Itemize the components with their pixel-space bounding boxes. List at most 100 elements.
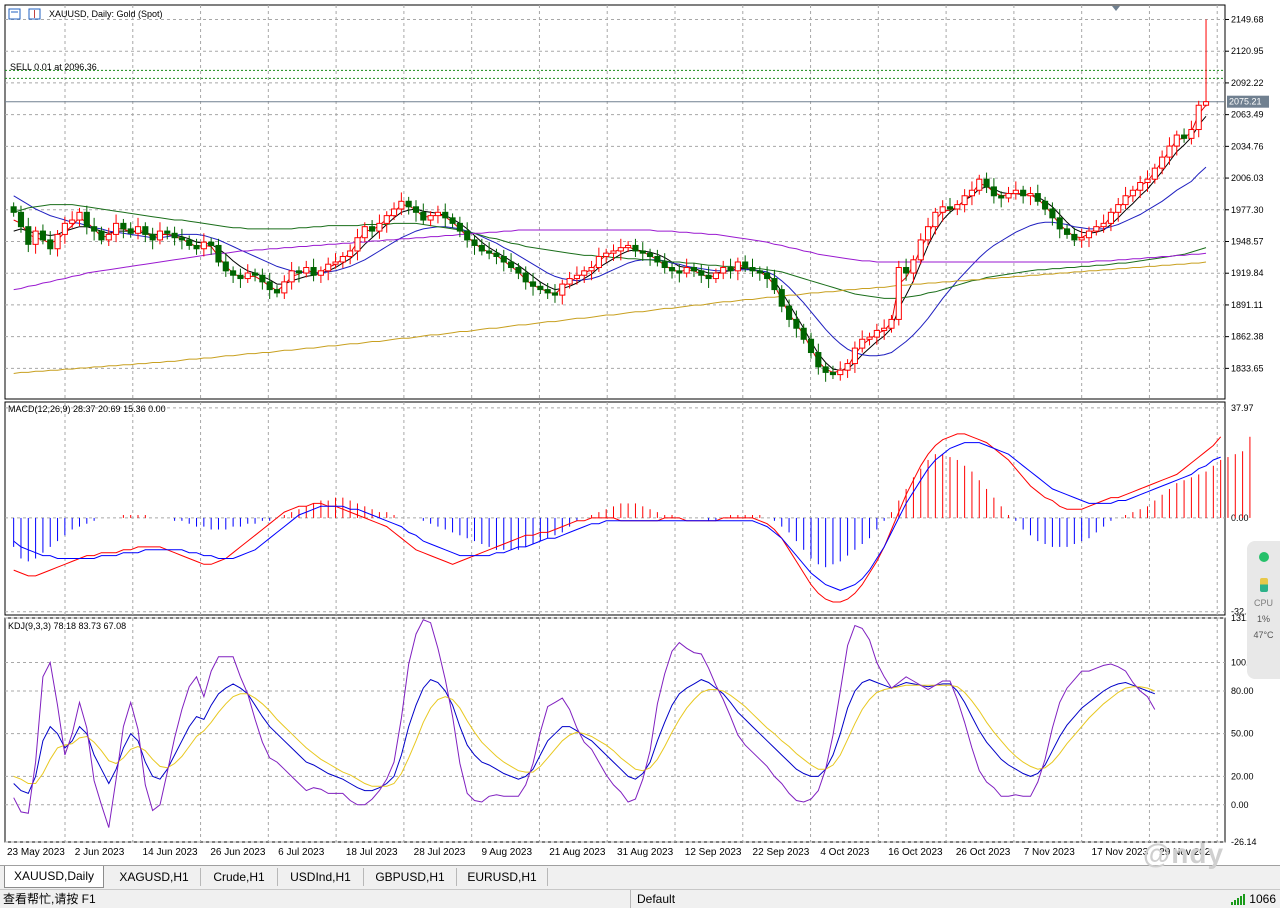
candle-body [1202,101,1210,106]
candle-body [61,222,68,235]
candle-body [727,267,734,272]
candle-body [537,285,544,291]
x-axis-date-label: 2 Jun 2023 [75,847,125,858]
candle-body [895,267,902,320]
candle-body [120,222,127,230]
candle-body [529,281,537,287]
candle-body [1056,217,1063,230]
candle-body [661,261,668,269]
candle-body [281,281,288,294]
chart-window[interactable]: 23 May 2023 2 Jun 2023 14 Jun 2023 26 Jun 2… [0,0,1280,865]
x-axis-date-label: 12 Sep 2023 [685,847,742,858]
chart-background [0,0,1280,865]
candle-body [851,347,858,365]
candle-body [705,274,712,280]
candle-body [742,261,749,269]
candle-body [317,270,324,276]
candle-body [866,336,873,340]
candle-body [376,222,383,232]
candle-body [910,259,917,274]
price-axis-label: 2006.03 [1231,173,1264,183]
price-axis-label: 1919.84 [1231,268,1264,278]
tab-xagusd-h1[interactable]: XAGUSD,H1 [108,868,201,886]
candle-body [478,244,485,252]
candle-body [1151,167,1158,180]
x-axis-date-label: 6 Jul 2023 [278,847,325,858]
candle-body [800,327,807,340]
candle-body [1173,134,1180,147]
candle-body [54,233,61,250]
candle-body [39,230,46,241]
candle-body [420,211,427,221]
candle-body [844,363,851,371]
x-axis-date-label: 18 Jul 2023 [346,847,398,858]
status-help-text: 查看帮忙,请按 F1 [3,892,96,906]
candle-body [976,178,983,191]
current-price-label: 2075.21 [1229,97,1262,107]
status-connection[interactable]: 1066 [1231,890,1276,908]
system-monitor-widget[interactable]: CPU 1% 47°C [1247,541,1280,679]
candle-body [1093,226,1100,232]
x-axis-date-label: 16 Oct 2023 [888,847,943,858]
candle-body [903,267,910,274]
kdj-axis-label: 0.00 [1231,800,1249,810]
candle-body [544,289,551,294]
kdj-axis-label: -26.14 [1231,837,1257,847]
x-axis-date-label: 23 May 2023 [7,847,65,858]
price-axis-label: 1862.38 [1231,332,1264,342]
price-axis-label: 2120.95 [1231,46,1264,56]
candle-body [134,226,142,234]
candle-body [369,226,376,232]
candle-body [390,208,398,217]
candle-body [398,200,405,210]
tab-gbpusd-h1[interactable]: GBPUSD,H1 [364,868,457,886]
candle-body [500,255,507,263]
candle-body [1071,233,1078,241]
macd-indicator-label: MACD(12,26,9) 28.37 20.69 15.36 0.00 [8,404,166,414]
candle-body [961,195,968,206]
connection-value: 1066 [1249,892,1276,906]
candle-body [610,250,617,254]
candle-body [749,267,756,272]
x-axis-date-label: 26 Oct 2023 [956,847,1011,858]
candle-body [178,237,185,241]
candle-body [215,244,222,263]
candle-body [581,270,588,276]
candle-body [464,230,471,241]
candle-body [632,244,639,252]
candle-body [690,267,698,272]
status-dot-icon [1258,552,1269,562]
x-axis-date-label: 21 Aug 2023 [549,847,606,858]
tab-eurusd-h1[interactable]: EURUSD,H1 [457,868,548,886]
candle-body [427,215,434,221]
x-axis-date-label: 14 Jun 2023 [143,847,198,858]
candle-body [676,270,683,274]
candle-body [508,261,515,269]
tab-xauusd-daily[interactable]: XAUUSD,Daily [4,866,104,888]
tab-usdind-h1[interactable]: USDInd,H1 [278,868,364,886]
candle-body [771,278,778,291]
candle-body [639,250,646,254]
candle-body [522,272,529,283]
candle-body [990,186,997,197]
status-profile[interactable]: Default [630,890,757,908]
candle-body [98,230,105,241]
candle-body [837,369,844,376]
macd-axis-label: 0.00 [1231,513,1249,523]
price-axis-label: 2149.68 [1231,14,1264,24]
candle-body [793,318,800,329]
x-axis-date-label: 7 Nov 2023 [1024,847,1076,858]
candle-body [654,255,661,263]
tab-crude-h1[interactable]: Crude,H1 [201,868,278,886]
candle-body [764,272,771,280]
chart-tab-bar: XAUUSD,Daily XAGUSD,H1 Crude,H1 USDInd,H… [0,865,1280,890]
candle-body [1012,189,1019,195]
candle-body [200,241,207,250]
candle-body [1107,211,1114,224]
x-axis-date-label: 31 Aug 2023 [617,847,674,858]
candle-body [266,281,273,291]
candle-body [69,219,76,224]
candle-body [354,237,361,252]
candle-body [873,329,880,338]
price-axis-label: 1977.30 [1231,205,1264,215]
